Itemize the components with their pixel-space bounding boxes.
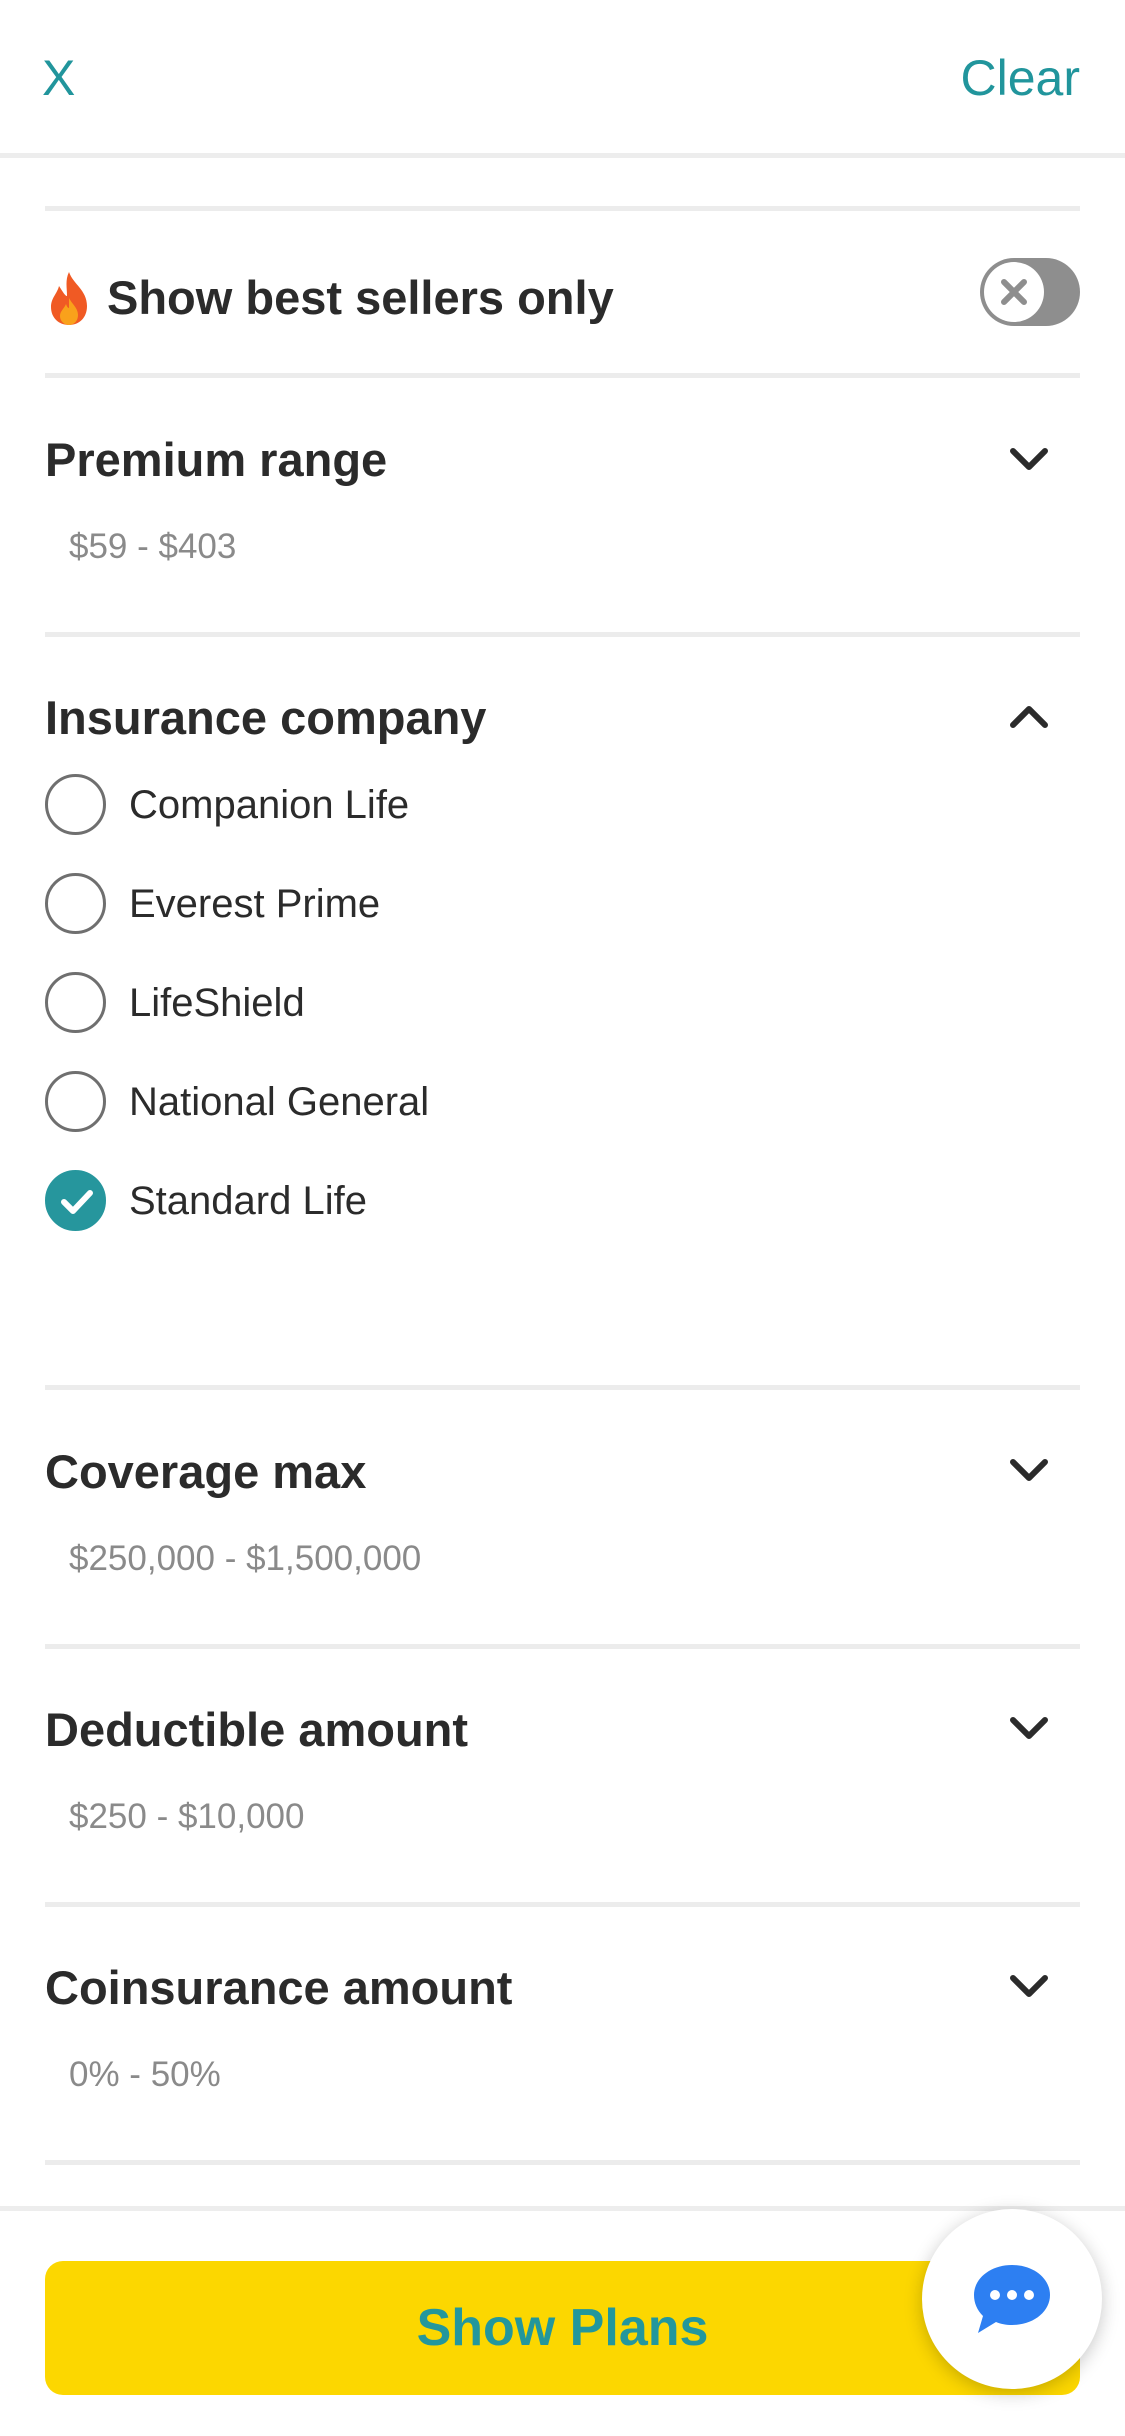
coinsurance-amount-summary: 0% - 50%	[69, 2055, 221, 2094]
divider	[45, 2160, 1080, 2165]
radio-button[interactable]	[45, 972, 106, 1033]
best-sellers-label: Show best sellers only	[107, 271, 614, 324]
radio-button[interactable]	[45, 873, 106, 934]
deductible-amount-title[interactable]: Deductible amount	[45, 1698, 468, 1762]
insurer-option-label: Companion Life	[129, 783, 410, 827]
deductible-amount-summary: $250 - $10,000	[69, 1797, 305, 1836]
insurance-company-title[interactable]: Insurance company	[45, 686, 486, 750]
clear-button[interactable]: Clear	[961, 46, 1080, 110]
divider	[45, 1902, 1080, 1907]
coverage-max-summary: $250,000 - $1,500,000	[69, 1539, 422, 1578]
check-icon	[61, 1190, 93, 1214]
chevron-up-icon[interactable]	[1008, 702, 1050, 730]
header-bar: X Clear	[0, 0, 1125, 158]
close-button[interactable]: X	[42, 46, 75, 110]
divider	[45, 1385, 1080, 1390]
chevron-down-icon[interactable]	[1008, 1715, 1050, 1743]
radio-button-checked[interactable]	[45, 1170, 106, 1231]
divider	[45, 1644, 1080, 1649]
chevron-down-icon[interactable]	[1008, 446, 1050, 474]
radio-button[interactable]	[45, 774, 106, 835]
divider	[45, 632, 1080, 637]
insurer-option-companion-life[interactable]: Companion Life	[45, 774, 845, 836]
insurer-option-label: National General	[129, 1080, 430, 1124]
chat-bubble-icon	[974, 2265, 1050, 2333]
premium-range-summary: $59 - $403	[69, 527, 237, 566]
flame-icon	[51, 272, 87, 325]
best-sellers-toggle[interactable]	[980, 258, 1080, 326]
premium-range-title[interactable]: Premium range	[45, 428, 387, 492]
insurer-option-lifeshield[interactable]: LifeShield	[45, 972, 845, 1034]
divider	[45, 373, 1080, 378]
coinsurance-amount-title[interactable]: Coinsurance amount	[45, 1956, 512, 2020]
chevron-down-icon[interactable]	[1008, 1973, 1050, 2001]
toggle-knob	[984, 262, 1044, 322]
best-sellers-row: Show best sellers only	[45, 258, 1080, 338]
insurer-option-national-general[interactable]: National General	[45, 1071, 845, 1133]
close-icon	[1001, 279, 1027, 305]
insurer-option-standard-life[interactable]: Standard Life	[45, 1170, 845, 1232]
coverage-max-title[interactable]: Coverage max	[45, 1440, 366, 1504]
chevron-down-icon[interactable]	[1008, 1457, 1050, 1485]
divider	[45, 206, 1080, 211]
insurer-option-label: LifeShield	[129, 981, 305, 1025]
insurer-option-label: Everest Prime	[129, 882, 381, 926]
insurer-option-label: Standard Life	[129, 1179, 367, 1223]
chat-button[interactable]	[922, 2209, 1102, 2389]
radio-button[interactable]	[45, 1071, 106, 1132]
insurer-option-everest-prime[interactable]: Everest Prime	[45, 873, 845, 935]
